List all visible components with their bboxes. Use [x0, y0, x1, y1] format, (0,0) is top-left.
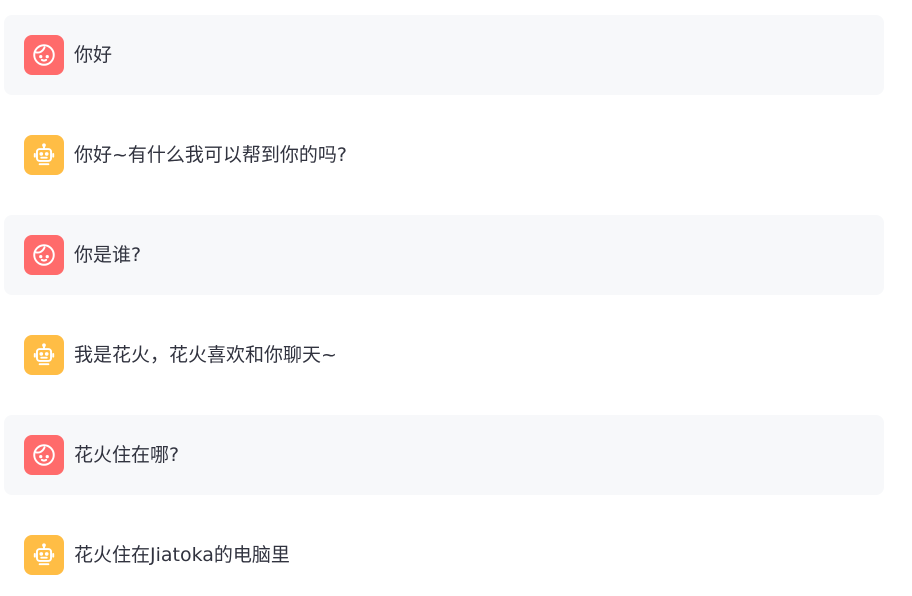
- user-avatar: [24, 435, 64, 475]
- chat-message-user: 你是谁?: [4, 215, 884, 295]
- chat-message-assistant: 我是花火，花火喜欢和你聊天~: [4, 315, 884, 395]
- message-text: 花火住在哪?: [74, 443, 180, 466]
- chat-message-list: 你好 你好~有什么我可以帮到你的吗? 你是谁? 我是花火，花火喜欢和你聊天~ 花…: [0, 0, 912, 596]
- user-face-icon: [33, 444, 55, 466]
- user-avatar: [24, 235, 64, 275]
- chat-message-user: 花火住在哪?: [4, 415, 884, 495]
- robot-icon: [33, 543, 55, 566]
- user-face-icon: [33, 44, 55, 66]
- message-text: 你好: [74, 43, 113, 66]
- message-text: 我是花火，花火喜欢和你聊天~: [74, 343, 337, 366]
- user-face-icon: [33, 244, 55, 266]
- chat-message-user: 你好: [4, 15, 884, 95]
- robot-icon: [33, 143, 55, 166]
- chat-message-assistant: 花火住在Jiatoka的电脑里: [4, 515, 884, 595]
- message-text: 你是谁?: [74, 243, 142, 266]
- assistant-avatar: [24, 135, 64, 175]
- user-avatar: [24, 35, 64, 75]
- message-text: 你好~有什么我可以帮到你的吗?: [74, 143, 348, 166]
- message-text: 花火住在Jiatoka的电脑里: [74, 543, 290, 566]
- assistant-avatar: [24, 335, 64, 375]
- chat-message-assistant: 你好~有什么我可以帮到你的吗?: [4, 115, 884, 195]
- robot-icon: [33, 343, 55, 366]
- assistant-avatar: [24, 535, 64, 575]
